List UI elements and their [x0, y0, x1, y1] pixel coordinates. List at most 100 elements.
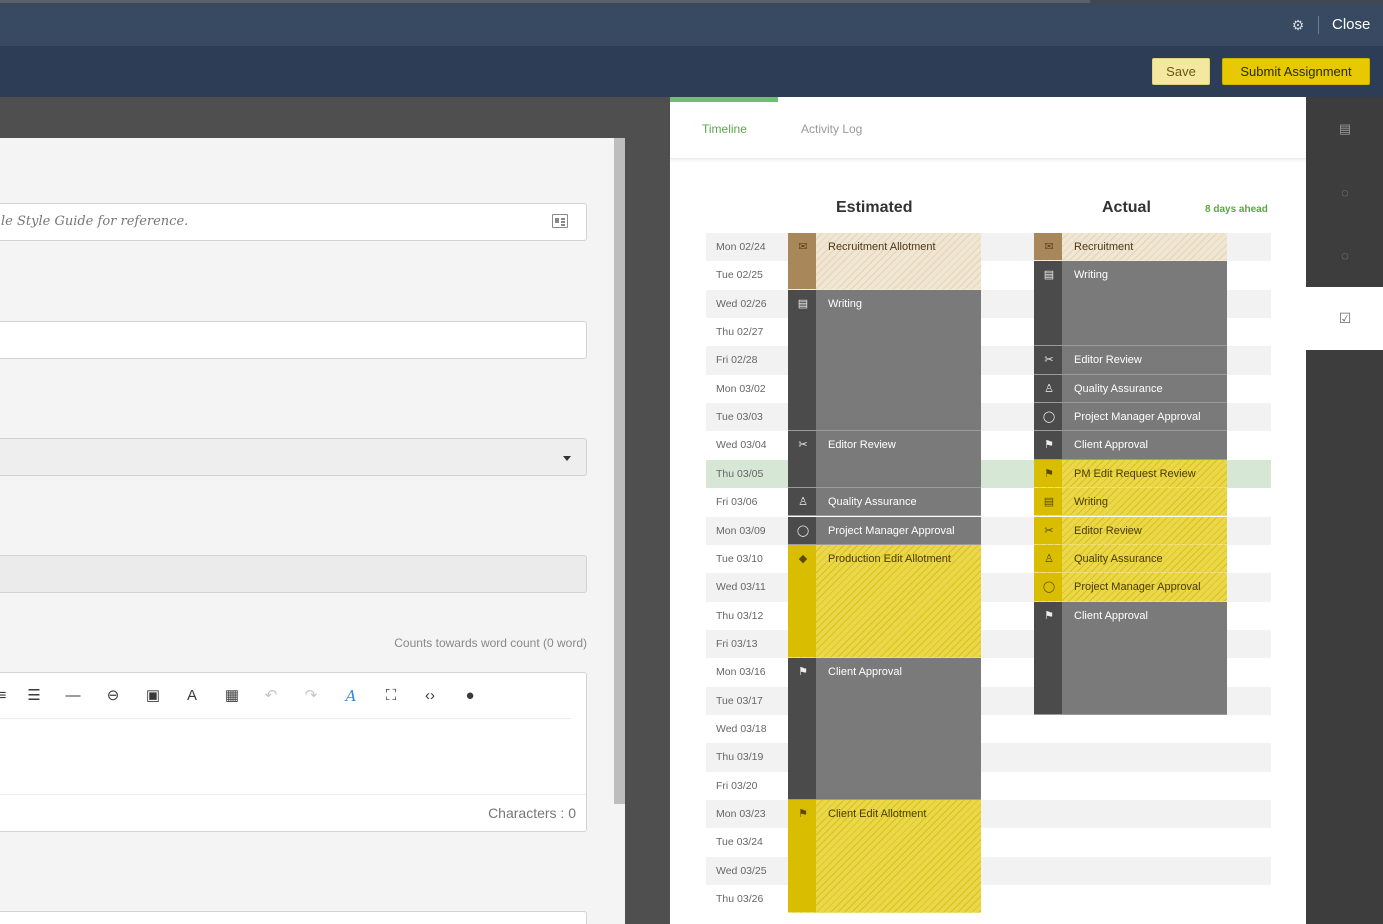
- envelope-icon: ✉: [798, 241, 808, 253]
- task-icon-column: ▤: [1034, 261, 1062, 346]
- style-guide-field[interactable]: le Style Guide for reference.: [0, 203, 587, 241]
- rich-text-editor[interactable]: ≡ ☰ — ⊖ ▣ A ▦ ↶ ↷ A ⛶ ‹› ● Characters : …: [0, 672, 587, 832]
- task-icon-column: ✂: [788, 431, 816, 488]
- table-icon[interactable]: ▦: [221, 685, 243, 707]
- envelope-icon: ✉: [1044, 241, 1054, 253]
- speech-bubble-icon: ◯: [796, 524, 810, 537]
- date-label: Wed 03/18: [716, 722, 767, 735]
- newspaper-icon: ▤: [1043, 496, 1055, 509]
- submit-assignment-button[interactable]: Submit Assignment: [1222, 58, 1370, 85]
- task-label: PM Edit Request Review: [1074, 467, 1196, 480]
- date-label: Fri 03/13: [716, 637, 758, 650]
- chat-icon[interactable]: ◌: [1335, 246, 1355, 266]
- save-button[interactable]: Save: [1152, 58, 1210, 85]
- date-label: Tue 03/03: [716, 411, 763, 424]
- actual-task-block[interactable]: ▤ Writing: [1034, 488, 1227, 517]
- editor-toolbar: ≡ ☰ — ⊖ ▣ A ▦ ↶ ↷ A ⛶ ‹› ●: [0, 673, 571, 719]
- newspaper-icon: ▤: [797, 297, 809, 310]
- actual-task-block[interactable]: ✉ Recruitment: [1034, 233, 1227, 262]
- estimated-task-block[interactable]: ▤ Writing: [788, 289, 981, 432]
- topbar-separator: [1318, 16, 1319, 34]
- newspaper-icon: ▤: [1043, 269, 1055, 282]
- task-icon-column: ♙: [788, 488, 816, 516]
- actual-task-block[interactable]: ⚑ PM Edit Request Review: [1034, 459, 1227, 489]
- speech-bubble-icon: ◯: [1042, 411, 1056, 424]
- actual-task-block[interactable]: ✂ Editor Review: [1034, 346, 1227, 375]
- actual-task-block[interactable]: ◯ Project Manager Approval: [1034, 403, 1227, 432]
- active-tab-indicator: [670, 97, 778, 102]
- date-label: Mon 03/09: [716, 524, 766, 537]
- estimated-task-block[interactable]: ◯ Project Manager Approval: [788, 516, 981, 545]
- task-label: Quality Assurance: [1074, 382, 1163, 395]
- actual-task-block[interactable]: ⚑ Client Approval: [1034, 431, 1227, 460]
- task-icon-column: ✂: [1034, 516, 1062, 544]
- code-icon[interactable]: ‹›: [419, 685, 441, 707]
- estimated-task-block[interactable]: ✉ Recruitment Allotment: [788, 233, 981, 290]
- task-icon-column: ✉: [1034, 233, 1062, 261]
- rail-item-checklist[interactable]: ☑: [1306, 287, 1383, 350]
- task-icon-column: ⚑: [1034, 431, 1062, 459]
- task-icon-column: ♙: [1034, 544, 1062, 573]
- date-label: Thu 03/19: [716, 751, 764, 764]
- schedule-status: 8 days ahead: [1205, 204, 1268, 215]
- task-label: Editor Review: [1074, 354, 1142, 367]
- estimated-task-block[interactable]: ⚑ Client Edit Allotment: [788, 800, 981, 914]
- reference-card-icon[interactable]: [552, 214, 568, 228]
- image-icon[interactable]: ▣: [142, 685, 164, 707]
- redo-icon[interactable]: ↷: [300, 685, 322, 707]
- text-field[interactable]: [0, 321, 587, 359]
- estimated-task-block[interactable]: ♙ Quality Assurance: [788, 488, 981, 517]
- bottom-field[interactable]: [0, 911, 587, 924]
- estimated-task-block[interactable]: ◆ Production Edit Allotment: [788, 544, 981, 659]
- actual-task-block[interactable]: ◯ Project Manager Approval: [1034, 573, 1227, 602]
- undo-icon[interactable]: ↶: [260, 685, 282, 707]
- date-label: Tue 02/25: [716, 269, 763, 282]
- task-label: Client Edit Allotment: [828, 808, 927, 820]
- form-scrollbar[interactable]: [614, 138, 625, 804]
- comment-icon[interactable]: ●: [459, 685, 481, 707]
- actual-task-block[interactable]: ✂ Editor Review: [1034, 516, 1227, 545]
- horizontal-rule-icon[interactable]: —: [62, 685, 84, 707]
- link-icon[interactable]: ⊖: [102, 685, 124, 707]
- date-label: Wed 03/11: [716, 581, 766, 594]
- task-label: Client Approval: [1074, 609, 1148, 622]
- actual-task-block[interactable]: ▤ Writing: [1034, 261, 1227, 347]
- thumbs-up-icon: ♙: [1044, 552, 1054, 565]
- estimated-task-block[interactable]: ⚑ Client Approval: [788, 658, 981, 800]
- estimated-task-block[interactable]: ✂ Editor Review: [788, 431, 981, 489]
- date-label: Tue 03/17: [716, 694, 763, 707]
- date-label: Tue 03/24: [716, 836, 763, 849]
- scissors-icon: ✂: [1044, 354, 1054, 367]
- gear-icon[interactable]: ⚙: [1290, 17, 1306, 33]
- spellcheck-icon[interactable]: A: [340, 685, 362, 707]
- date-label: Fri 03/06: [716, 496, 758, 509]
- tab-activity-log[interactable]: Activity Log: [801, 122, 862, 136]
- document-icon[interactable]: ▤: [1335, 119, 1355, 139]
- task-icon-column: ✉: [788, 233, 816, 289]
- task-icon-column: ▤: [788, 289, 816, 431]
- comment-bubble-icon[interactable]: ◌: [1335, 183, 1355, 203]
- task-label: Production Edit Allotment: [828, 552, 951, 565]
- actual-task-block[interactable]: ⚑ Client Approval: [1034, 601, 1227, 715]
- top-bar: ⚙ Close: [0, 5, 1383, 46]
- assignment-form: le Style Guide for reference. Counts tow…: [0, 138, 625, 924]
- list-icon[interactable]: ≡: [0, 685, 13, 707]
- readonly-field[interactable]: [0, 555, 587, 593]
- task-label: Writing: [828, 297, 863, 310]
- action-bar: Save Submit Assignment: [0, 46, 1383, 97]
- eraser-icon: ◆: [798, 552, 808, 565]
- dropdown-select[interactable]: [0, 438, 587, 476]
- clear-format-icon[interactable]: A: [181, 685, 203, 707]
- indent-icon[interactable]: ☰: [23, 685, 45, 707]
- checklist-icon: ☑: [1338, 310, 1352, 326]
- actual-task-block[interactable]: ♙ Quality Assurance: [1034, 544, 1227, 574]
- fullscreen-icon[interactable]: ⛶: [380, 685, 402, 707]
- style-guide-placeholder: le Style Guide for reference.: [1, 214, 189, 229]
- task-icon-column: ◯: [788, 516, 816, 544]
- word-count-note: Counts towards word count (0 word): [394, 636, 587, 650]
- task-icon-column: ♙: [1034, 374, 1062, 403]
- actual-task-block[interactable]: ♙ Quality Assurance: [1034, 374, 1227, 404]
- tab-timeline[interactable]: Timeline: [702, 122, 747, 136]
- task-label: Client Approval: [1074, 439, 1148, 452]
- close-button[interactable]: Close: [1332, 15, 1370, 35]
